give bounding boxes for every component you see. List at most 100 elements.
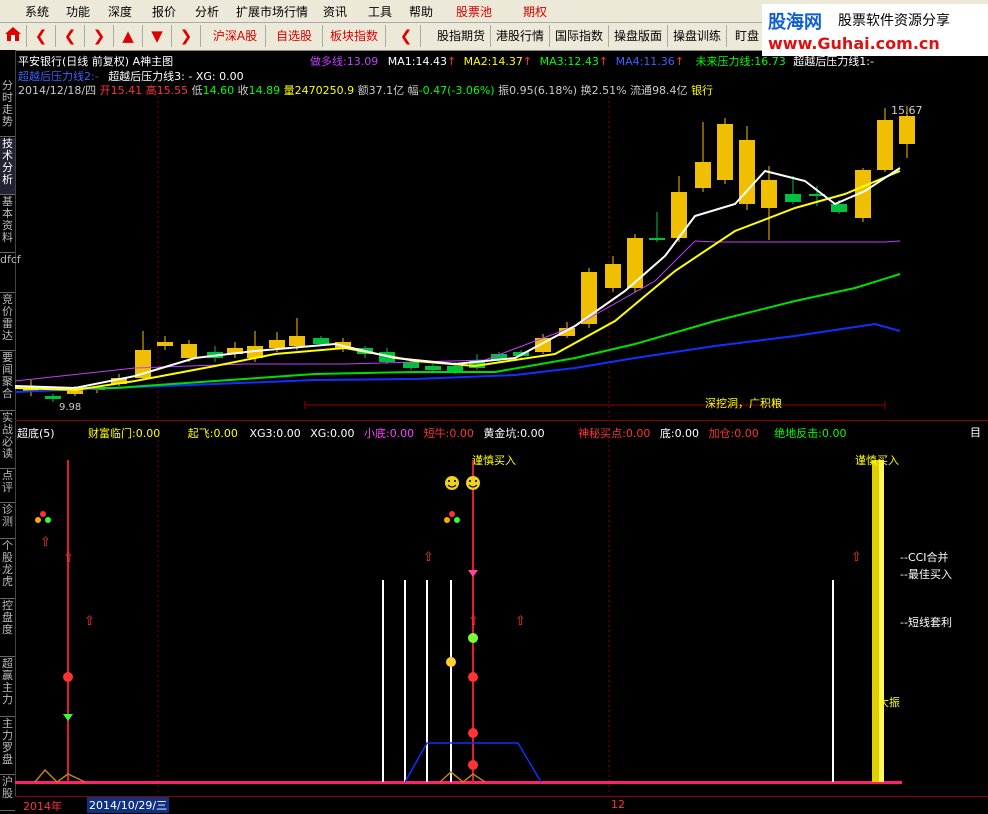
sub-mystery-label: 神秘买点: xyxy=(578,427,626,440)
axis-tick-12: 12 xyxy=(611,798,625,811)
tri-ball-icon xyxy=(35,511,51,523)
menu-depth[interactable]: 深度 xyxy=(108,3,132,20)
sub-mystery-value: 0.00 xyxy=(625,427,651,440)
sidebar-tab-fundamentals[interactable]: 基本资料 xyxy=(0,196,15,253)
sidebar-tab-dfcf[interactable]: dfcf xyxy=(0,254,21,293)
down-arrow-icon[interactable]: ▼ xyxy=(143,25,172,47)
menu-options[interactable]: 期权 xyxy=(523,3,547,20)
up-arrow-icon: ↑ xyxy=(522,55,533,68)
sub-xg-value: 0.00 xyxy=(329,427,355,440)
tab-shanghai-shenzhen-a[interactable]: 沪深A股 xyxy=(205,25,266,47)
sub-qifei-label: 起飞: xyxy=(187,427,214,440)
left-sidebar: 分时走势 技术分析 基本资料 dfcf 竞价雷达 要闻聚合 实战必读 点评 诊测… xyxy=(0,50,21,812)
sub-indicator-values: 财富临门:0.00 起飞:0.00 XG3:0.00 XG:0.00 小底:0.… xyxy=(88,425,847,441)
axis-cursor-date: 2014/10/29/三 xyxy=(87,797,170,813)
home-icon[interactable] xyxy=(0,25,27,47)
red-ball-icon xyxy=(63,672,73,682)
sidebar-tab-sh-stock[interactable]: 沪股 xyxy=(0,776,15,811)
sidebar-tab-technical[interactable]: 技术分析 xyxy=(0,138,15,195)
indicator-line: 做多线:13.09 MA1:14.43↑ MA2:14.37↑ MA3:12.4… xyxy=(310,53,874,69)
candle-body xyxy=(181,344,197,358)
sub-indicator-chart[interactable]: 谨慎买入 谨慎买入 大振 ⇧ ⇧ ⇧ ⇧ ⇧ ⇧ ⇧ xyxy=(15,440,988,795)
sub-counter-label: 绝地反击: xyxy=(774,427,822,440)
indicator-ma2-value: 14.37 xyxy=(491,55,523,68)
sub-qifei-value: 0.00 xyxy=(213,427,238,440)
tab-trading-training[interactable]: 操盘训练 xyxy=(668,25,727,47)
candle-body xyxy=(157,342,173,346)
sidebar-tab-compass[interactable]: 主力罗盘 xyxy=(0,718,15,775)
candle-body xyxy=(649,238,665,240)
site-logo: 股海网 股票软件资源分享 www.Guhai.com.cn xyxy=(762,4,988,56)
sub-right-tab[interactable]: 目 xyxy=(970,424,981,440)
menu-quote[interactable]: 报价 xyxy=(152,3,176,20)
indicator-duoxian-label: 做多线: xyxy=(310,55,347,68)
indicator-ma3-label: MA3: xyxy=(539,55,568,68)
sidebar-tab-main-force[interactable]: 超赢主力 xyxy=(0,658,15,717)
tab-trading-layout[interactable]: 操盘版面 xyxy=(609,25,668,47)
main-kline-chart[interactable]: 深挖洞，广积粮 15.67 9.98 xyxy=(15,96,988,420)
menu-function[interactable]: 功能 xyxy=(66,3,90,20)
menu-news[interactable]: 资讯 xyxy=(323,3,347,20)
candle-body xyxy=(313,338,329,344)
logo-url: www.Guhai.com.cn xyxy=(768,34,940,53)
sub-add-label: 加仓: xyxy=(708,427,735,440)
sub-bottom-value: 0.00 xyxy=(674,427,700,440)
tab-intl-index[interactable]: 国际指数 xyxy=(550,25,609,47)
indicator-ma4-value: 11.36 xyxy=(643,55,675,68)
sidebar-tab-comment[interactable]: 点评 xyxy=(0,470,15,503)
sidebar-tab-must-read[interactable]: 实战必读 xyxy=(0,412,15,469)
sidebar-tab-diagnose[interactable]: 诊测 xyxy=(0,504,15,539)
indicator-future-pressure-label: 未来压力线: xyxy=(695,55,755,68)
up-arrow-icon[interactable]: ▲ xyxy=(114,25,143,47)
sidebar-tab-control[interactable]: 控盘度 xyxy=(0,600,15,657)
menu-help[interactable]: 帮助 xyxy=(409,3,433,20)
candle-body xyxy=(425,366,441,370)
red-ball-icon xyxy=(468,728,478,738)
left-arrow-icon[interactable]: ❮ xyxy=(56,25,85,47)
right-arrow-icon[interactable]: ❯ xyxy=(85,25,114,47)
green-gem-icon xyxy=(63,714,73,721)
menu-system[interactable]: 系统 xyxy=(25,3,49,20)
menu-analysis[interactable]: 分析 xyxy=(195,3,219,20)
sidebar-tab-news[interactable]: 要闻聚合 xyxy=(0,352,15,411)
scroll-left-icon[interactable]: ❮ xyxy=(392,25,421,47)
candle-body xyxy=(899,116,915,144)
tab-sector-index[interactable]: 板块指数 xyxy=(323,25,386,47)
sidebar-tab-dragon-tiger[interactable]: 个股龙虎 xyxy=(0,540,15,599)
sub-xiaodi-value: 0.00 xyxy=(389,427,415,440)
sub-xg3-value: 0.00 xyxy=(276,427,301,440)
indicator-future-pressure-value: 16.73 xyxy=(754,55,786,68)
chart-title: 平安银行(日线 前复权) A神主图 xyxy=(18,55,174,68)
sidebar-tab-intraday[interactable]: 分时走势 xyxy=(0,80,15,137)
indicator-ma1-label: MA1: xyxy=(387,55,416,68)
up-arrow-icon: ⇧ xyxy=(515,614,526,629)
sub-duanniu-value: 0.00 xyxy=(449,427,474,440)
candle-body xyxy=(739,140,755,204)
up-arrow-icon: ↑ xyxy=(446,55,457,68)
menu-stock-pool[interactable]: 股票池 xyxy=(456,3,492,20)
sub-indicator-name[interactable]: 超底(5) xyxy=(17,425,55,441)
indicator-ma3-value: 12.43 xyxy=(567,55,599,68)
sub-xg3-label: XG3: xyxy=(249,427,277,440)
up-arrow-icon: ⇧ xyxy=(423,550,434,565)
pink-gem-icon xyxy=(468,570,478,577)
tab-hk-stocks[interactable]: 港股行情 xyxy=(491,25,550,47)
buy-label-1: 谨慎买入 xyxy=(472,453,516,467)
sub-bottom-label: 底: xyxy=(659,427,675,440)
right-arrow-2-icon[interactable]: ❯ xyxy=(172,25,201,47)
sub-caifu-label: 财富临门: xyxy=(88,427,136,440)
candlestick-series xyxy=(23,106,915,402)
sidebar-tab-auction-radar[interactable]: 竞价雷达 xyxy=(0,294,15,351)
mini-wave xyxy=(439,771,486,783)
back-arrow-icon[interactable]: ❮ xyxy=(27,25,56,47)
bottom-annotation: 深挖洞，广积粮 xyxy=(705,396,782,410)
menu-tools[interactable]: 工具 xyxy=(368,3,392,20)
menu-extended-market[interactable]: 扩展市场行情 xyxy=(236,3,308,20)
logo-brand: 股海网 xyxy=(768,12,822,33)
sub-gold-pit-value: 0.00 xyxy=(520,427,545,440)
candle-body xyxy=(403,362,419,368)
time-axis[interactable]: 2014年 2014/10/29/三 12 xyxy=(15,796,988,813)
price-low-label: 9.98 xyxy=(59,402,81,413)
tab-watchlist[interactable]: 自选股 xyxy=(266,25,323,47)
tab-stock-index-futures[interactable]: 股指期货 xyxy=(432,25,491,47)
